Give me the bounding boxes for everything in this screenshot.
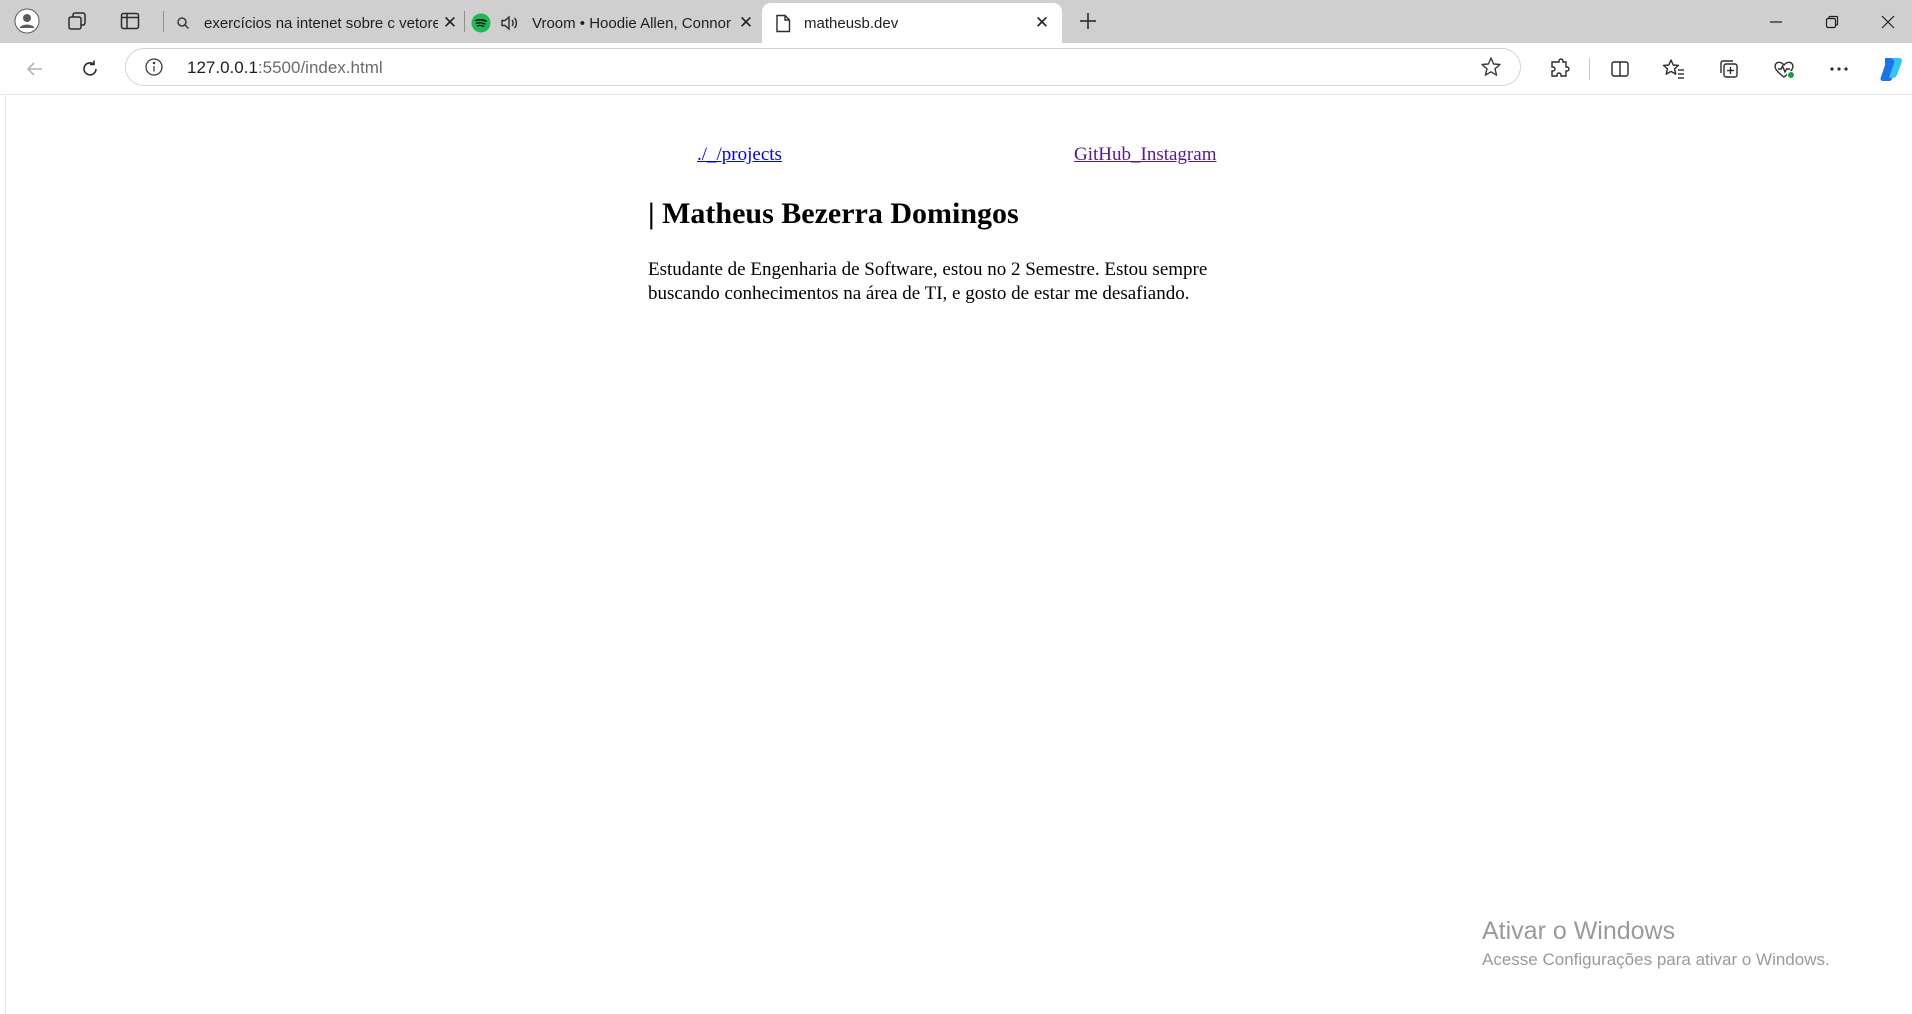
page-title: | Matheus Bezerra Domingos [648, 197, 1019, 230]
tab-strip: exercícios na intenet sobre c vetores ✕ … [0, 0, 1912, 43]
tab-title: Vroom • Hoodie Allen, Connor [532, 14, 731, 32]
windows-activation-subtitle: Acesse Configurações para ativar o Windo… [1482, 950, 1830, 969]
browser-toolbar: 127.0.0.1:5500/index.html [0, 43, 1912, 95]
close-tab-icon[interactable]: ✕ [734, 11, 758, 35]
refresh-icon[interactable] [73, 52, 107, 86]
url-host: 127.0.0.1 [187, 58, 258, 77]
tab-search[interactable]: exercícios na intenet sobre c vetores ✕ [172, 3, 462, 43]
tab-divider [163, 11, 164, 32]
tab-matheusb[interactable]: matheusb.dev ✕ [762, 3, 1062, 43]
page-content: ./_/projects GitHub_Instagram | Matheus … [6, 95, 1912, 1014]
page-description: Estudante de Engenharia de Software, est… [648, 259, 1208, 304]
toolbar-divider [1589, 58, 1590, 80]
tab-spotify[interactable]: Vroom • Hoodie Allen, Connor ✕ [470, 3, 758, 43]
close-window-icon[interactable] [1860, 0, 1912, 43]
profile-icon[interactable] [11, 5, 43, 37]
page-icon [772, 12, 794, 34]
minimize-icon[interactable] [1748, 0, 1804, 43]
site-info-icon[interactable] [144, 57, 164, 77]
more-options-icon[interactable] [1822, 52, 1856, 86]
social-links[interactable]: GitHub_Instagram [1074, 144, 1216, 166]
favorite-star-icon[interactable] [1480, 56, 1502, 78]
windows-activation-title: Ativar o Windows [1482, 917, 1676, 945]
address-bar[interactable]: 127.0.0.1:5500/index.html [125, 48, 1521, 86]
tab-title: matheusb.dev [804, 14, 899, 32]
url-text[interactable]: 127.0.0.1:5500/index.html [187, 58, 383, 78]
tab-divider [464, 11, 465, 32]
favorites-icon[interactable] [1657, 52, 1691, 86]
tab-title: exercícios na intenet sobre c vetores [204, 14, 438, 32]
close-tab-icon[interactable]: ✕ [1030, 11, 1054, 35]
page-viewport: ./_/projects GitHub_Instagram | Matheus … [5, 95, 1912, 1014]
speaker-icon[interactable] [498, 12, 520, 34]
browser-essentials-icon[interactable] [1767, 52, 1801, 86]
projects-link[interactable]: ./_/projects [697, 144, 782, 166]
close-tab-icon[interactable]: ✕ [438, 11, 462, 35]
search-icon [172, 12, 194, 34]
workspaces-icon[interactable] [61, 5, 93, 37]
collections-icon[interactable] [1712, 52, 1746, 86]
restore-icon[interactable] [1804, 0, 1860, 43]
extensions-icon[interactable] [1542, 52, 1576, 86]
split-screen-icon[interactable] [1603, 52, 1637, 86]
new-tab-icon[interactable] [1072, 5, 1104, 37]
vertical-tabs-icon[interactable] [114, 5, 146, 37]
back-icon[interactable] [18, 52, 52, 86]
spotify-icon [470, 12, 492, 34]
url-path: :5500/index.html [257, 58, 383, 77]
copilot-icon[interactable] [1874, 52, 1908, 86]
